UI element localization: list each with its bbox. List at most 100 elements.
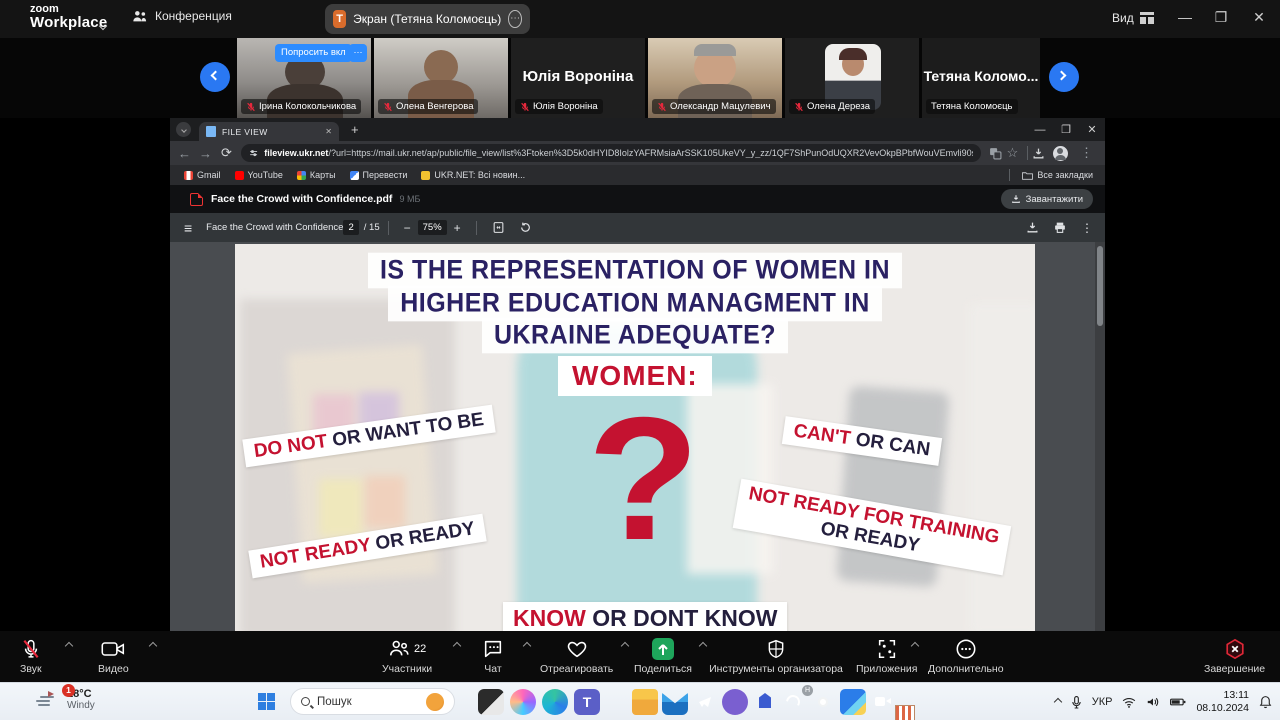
participant-hair <box>694 44 736 56</box>
minimize-button[interactable]: — <box>1172 9 1198 25</box>
share-button[interactable]: Поделиться <box>634 637 692 675</box>
strip-prev-button[interactable] <box>200 62 230 92</box>
rotate-icon[interactable] <box>519 221 532 234</box>
bookmark-translate[interactable]: Перевести <box>349 170 407 180</box>
video-chevron[interactable] <box>148 641 158 651</box>
tab-close-icon[interactable]: ✕ <box>325 127 332 136</box>
language-indicator[interactable]: УКР <box>1092 696 1113 708</box>
share-chevron[interactable] <box>698 641 708 651</box>
ask-unmute-button[interactable]: Попросить вкл <box>275 44 352 62</box>
more-button[interactable]: Дополнительно <box>928 637 1004 675</box>
pdf-more-icon[interactable]: ⋮ <box>1081 221 1093 235</box>
react-chevron[interactable] <box>620 641 630 651</box>
video-button[interactable]: Видео <box>98 637 129 675</box>
host-tools-button[interactable]: Инструменты организатора <box>709 637 843 675</box>
view-grid-icon[interactable] <box>1140 12 1154 24</box>
participant-tile[interactable]: Тетяна Коломо... Тетяна Коломоєць <box>922 38 1040 118</box>
browser-tab[interactable]: FILE VIEW ✕ <box>199 122 339 141</box>
downloads-icon[interactable] <box>1032 147 1045 160</box>
audio-button[interactable]: Звук <box>20 637 42 675</box>
participants-chevron[interactable] <box>452 641 462 651</box>
scrollbar-thumb[interactable] <box>1097 246 1103 326</box>
viber-button[interactable] <box>722 689 748 715</box>
bookmark-maps[interactable]: Карты <box>296 170 336 180</box>
browser-minimize-button[interactable]: — <box>1027 124 1053 136</box>
page-number-input[interactable]: 2 <box>343 220 359 235</box>
print-icon[interactable] <box>1053 221 1067 234</box>
clock[interactable]: 13:11 08.10.2024 <box>1196 689 1249 715</box>
screen-share-tab[interactable]: T Экран (Тетяна Коломоєць) ⋯ <box>325 4 530 34</box>
zoom-toolbar: Звук Видео 22 Участники Чат Отреагироват… <box>0 631 1280 682</box>
battery-icon[interactable] <box>1170 696 1186 708</box>
meeting-tab[interactable]: Конференция <box>132 9 232 23</box>
address-bar[interactable]: fileview.ukr.net/?url=https://mail.ukr.n… <box>241 144 981 162</box>
audio-chevron[interactable] <box>64 641 74 651</box>
forward-button[interactable]: → <box>195 146 216 161</box>
apps-button[interactable]: Приложения <box>856 637 917 675</box>
participant-tile[interactable]: Попросить вкл ⋯ Ірина Колокольчикова <box>237 38 371 118</box>
end-meeting-label: Завершение <box>1204 663 1266 675</box>
task-view-button[interactable] <box>478 689 504 715</box>
download-file-button[interactable]: Завантажити <box>1000 189 1093 209</box>
participant-tile[interactable]: Олена Венгерова <box>374 38 508 118</box>
maximize-button[interactable]: ❐ <box>1208 9 1234 26</box>
wifi-icon[interactable] <box>1122 697 1136 708</box>
chat-button[interactable]: Чат <box>482 637 504 675</box>
pdf-scrollbar[interactable] <box>1095 242 1105 631</box>
download-label: Завантажити <box>1025 193 1083 205</box>
chevron-down-icon[interactable] <box>98 16 108 34</box>
reload-button[interactable]: ⟳ <box>216 145 237 161</box>
participant-tile[interactable]: Юлія Вороніна Юлія Вороніна <box>511 38 645 118</box>
zoom-level-value[interactable]: 75% <box>417 220 447 235</box>
close-button[interactable]: ✕ <box>1246 9 1272 26</box>
photos-button[interactable] <box>840 689 866 715</box>
back-button[interactable]: ← <box>174 146 195 161</box>
zoom-in-button[interactable]: + <box>454 221 461 235</box>
copilot-button[interactable] <box>510 689 536 715</box>
mail-button[interactable] <box>662 692 688 715</box>
tray-expand-chevron[interactable] <box>1053 697 1062 707</box>
chat-chevron[interactable] <box>522 641 532 651</box>
site-settings-icon[interactable] <box>249 148 258 159</box>
fit-page-icon[interactable] <box>492 221 505 234</box>
teams-button[interactable]: T <box>574 689 600 715</box>
view-button[interactable]: Вид <box>1112 11 1134 25</box>
pdf-file-icon <box>190 192 203 206</box>
pdf-menu-icon[interactable]: ≡ <box>184 220 192 236</box>
participant-tile[interactable]: Олександр Мацулевич <box>648 38 782 118</box>
all-bookmarks-button[interactable]: Все закладки <box>1009 169 1093 181</box>
tile-more-button[interactable]: ⋯ <box>349 44 367 62</box>
bookmark-star-icon[interactable]: ☆ <box>1002 145 1023 161</box>
end-meeting-button[interactable]: Завершение <box>1204 637 1265 675</box>
tab-more-icon[interactable]: ⋯ <box>508 10 522 28</box>
volume-icon[interactable] <box>1146 696 1160 708</box>
react-button[interactable]: Отреагировать <box>540 637 613 675</box>
browser-menu-icon[interactable]: ⋮ <box>1076 145 1097 161</box>
pdf-download-icon[interactable] <box>1026 221 1039 234</box>
bookmark-ukrnet[interactable]: UKR.NET: Всі новин... <box>421 170 525 180</box>
zoom-out-button[interactable]: − <box>404 221 411 235</box>
strip-next-button[interactable] <box>1049 62 1079 92</box>
pdf-canvas[interactable]: IS THE REPRESENTATION OF WOMEN IN HIGHER… <box>170 242 1095 631</box>
profile-avatar-icon[interactable] <box>1053 145 1068 161</box>
search-box[interactable]: Пошук <box>290 688 455 715</box>
peeking-window-icon[interactable] <box>895 705 915 720</box>
weather-widget[interactable]: 1 18°C Windy <box>34 684 95 711</box>
browser-close-button[interactable]: ✕ <box>1079 123 1105 136</box>
mic-muted-icon <box>795 102 803 111</box>
start-button[interactable] <box>258 693 275 710</box>
participant-tile[interactable]: Олена Дереза <box>785 38 919 118</box>
bookmark-gmail[interactable]: Gmail <box>184 170 221 180</box>
tab-search-button[interactable] <box>176 122 191 137</box>
participant-name-label: Олена Венгерова <box>378 99 479 114</box>
notifications-bell-icon[interactable] <box>1259 695 1272 709</box>
bookmark-youtube[interactable]: YouTube <box>234 170 283 180</box>
heart-icon <box>567 641 586 658</box>
translate-icon[interactable] <box>989 147 1002 160</box>
edge-button[interactable] <box>542 689 568 715</box>
new-tab-button[interactable]: + <box>351 122 359 137</box>
browser-maximize-button[interactable]: ❐ <box>1053 123 1079 136</box>
file-explorer-button[interactable] <box>632 689 658 715</box>
participants-button[interactable]: 22 Участники <box>382 637 432 675</box>
tray-mic-icon[interactable] <box>1071 695 1082 710</box>
